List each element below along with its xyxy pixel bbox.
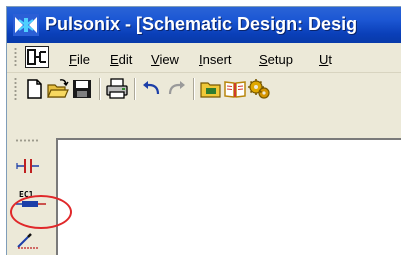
toolbar-grip[interactable] xyxy=(14,77,17,101)
book-icon[interactable] xyxy=(224,78,246,100)
menu-view[interactable]: View xyxy=(151,52,179,67)
gears-icon[interactable] xyxy=(248,78,270,100)
save-icon[interactable] xyxy=(71,78,93,100)
menu-setup[interactable]: Setup xyxy=(259,52,293,67)
new-document-icon[interactable] xyxy=(23,78,45,100)
toolbar-separator xyxy=(134,78,136,100)
menu-file[interactable]: File xyxy=(69,52,90,67)
highlight-annotation-ring xyxy=(10,195,72,229)
document-control-icon[interactable] xyxy=(25,46,49,68)
redo-icon[interactable] xyxy=(165,78,187,100)
menu-insert[interactable]: Insert xyxy=(199,52,232,67)
app-window: Pulsonix - [Schematic Design: Desig File… xyxy=(6,6,401,255)
menubar-grip[interactable] xyxy=(14,47,17,67)
print-icon[interactable] xyxy=(106,78,128,100)
wire-pen-icon[interactable] xyxy=(15,229,41,251)
window-title: Pulsonix - [Schematic Design: Desig xyxy=(45,14,358,34)
undo-icon[interactable] xyxy=(141,78,163,100)
capacitor-icon[interactable] xyxy=(15,155,41,177)
toolbar-separator xyxy=(99,78,101,100)
screenshot-stage: Pulsonix - [Schematic Design: Desig File… xyxy=(0,0,401,255)
open-folder-icon[interactable] xyxy=(47,78,69,100)
pulsonix-logo-icon xyxy=(13,14,39,36)
menu-utilities[interactable]: Ut xyxy=(319,52,332,67)
side-toolbar-grip[interactable] xyxy=(15,139,39,142)
toolbar-separator xyxy=(193,78,195,100)
title-bar[interactable]: Pulsonix - [Schematic Design: Desig xyxy=(7,7,401,43)
schematic-canvas[interactable] xyxy=(56,138,401,255)
mdi-frame xyxy=(55,105,401,138)
folder-icon[interactable] xyxy=(200,78,222,100)
menu-edit[interactable]: Edit xyxy=(110,52,132,67)
